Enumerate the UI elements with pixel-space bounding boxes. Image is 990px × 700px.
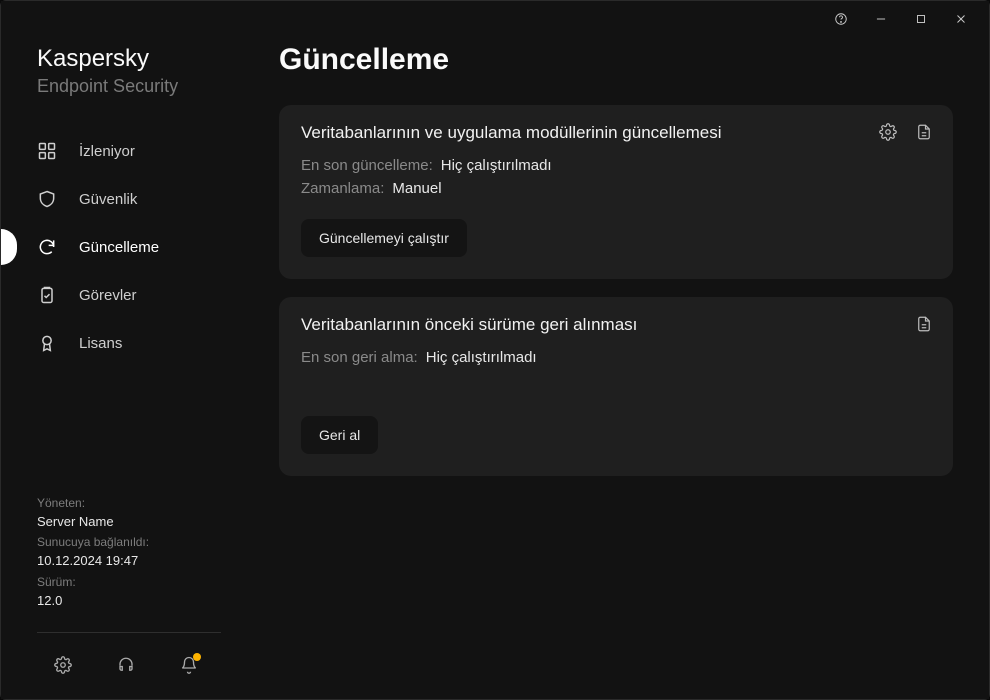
managed-by-label: Yöneten: (37, 494, 251, 512)
sidebar-item-label: Görevler (79, 287, 137, 304)
sidebar-item-monitoring[interactable]: İzleniyor (1, 127, 251, 175)
help-button[interactable] (821, 4, 861, 34)
connected-label: Sunucuya bağlanıldı: (37, 533, 251, 551)
sidebar-item-license[interactable]: Lisans (1, 319, 251, 367)
sidebar-item-tasks[interactable]: Görevler (1, 271, 251, 319)
sidebar-item-update[interactable]: Güncelleme (1, 223, 251, 271)
sidebar-info: Yöneten: Server Name Sunucuya bağlanıldı… (1, 494, 251, 623)
sidebar-nav: İzleniyor Güvenlik Güncelleme (1, 119, 251, 493)
main-content: Güncelleme Veritabanlarının ve uygulama … (251, 37, 989, 699)
server-name: Server Name (37, 512, 251, 532)
dashboard-icon (37, 141, 57, 161)
schedule-label: Zamanlama: (301, 180, 384, 197)
maximize-button[interactable] (901, 4, 941, 34)
shield-icon (37, 189, 57, 209)
sidebar-footer (1, 641, 251, 699)
brand-name: Kaspersky (37, 45, 251, 74)
connected-value: 10.12.2024 19:47 (37, 551, 251, 571)
update-card: Veritabanlarının ve uygulama modüllerini… (279, 105, 953, 279)
sidebar-item-label: Güvenlik (79, 191, 137, 208)
notifications-button[interactable] (169, 649, 209, 681)
run-update-button[interactable]: Güncellemeyi çalıştır (301, 219, 467, 257)
refresh-icon (37, 237, 57, 257)
brand-subtitle: Endpoint Security (37, 76, 251, 98)
sidebar: Kaspersky Endpoint Security İzleniyor Gü… (1, 37, 251, 699)
badge-icon (37, 333, 57, 353)
sidebar-item-label: İzleniyor (79, 143, 135, 160)
support-button[interactable] (106, 649, 146, 681)
last-rollback-value: Hiç çalıştırılmadı (426, 349, 537, 366)
notification-dot-icon (193, 653, 201, 661)
sidebar-divider (37, 632, 221, 633)
rollback-card-title: Veritabanlarının önceki sürüme geri alın… (301, 315, 931, 335)
card-settings-button[interactable] (877, 121, 899, 143)
brand: Kaspersky Endpoint Security (1, 37, 251, 119)
version-label: Sürüm: (37, 573, 251, 591)
close-button[interactable] (941, 4, 981, 34)
titlebar (1, 1, 989, 37)
sidebar-item-security[interactable]: Güvenlik (1, 175, 251, 223)
last-update-label: En son güncelleme: (301, 157, 433, 174)
sidebar-item-label: Güncelleme (79, 239, 159, 256)
last-rollback-label: En son geri alma: (301, 349, 418, 366)
card-report-button[interactable] (913, 313, 935, 335)
sidebar-item-label: Lisans (79, 335, 122, 352)
rollback-card: Veritabanlarının önceki sürüme geri alın… (279, 297, 953, 476)
card-report-button[interactable] (913, 121, 935, 143)
clipboard-icon (37, 285, 57, 305)
rollback-button[interactable]: Geri al (301, 416, 378, 454)
update-card-title: Veritabanlarının ve uygulama modüllerini… (301, 123, 931, 143)
minimize-button[interactable] (861, 4, 901, 34)
version-value: 12.0 (37, 591, 251, 611)
schedule-value: Manuel (392, 180, 441, 197)
page-title: Güncelleme (279, 43, 953, 77)
last-update-value: Hiç çalıştırılmadı (441, 157, 552, 174)
settings-button[interactable] (43, 649, 83, 681)
